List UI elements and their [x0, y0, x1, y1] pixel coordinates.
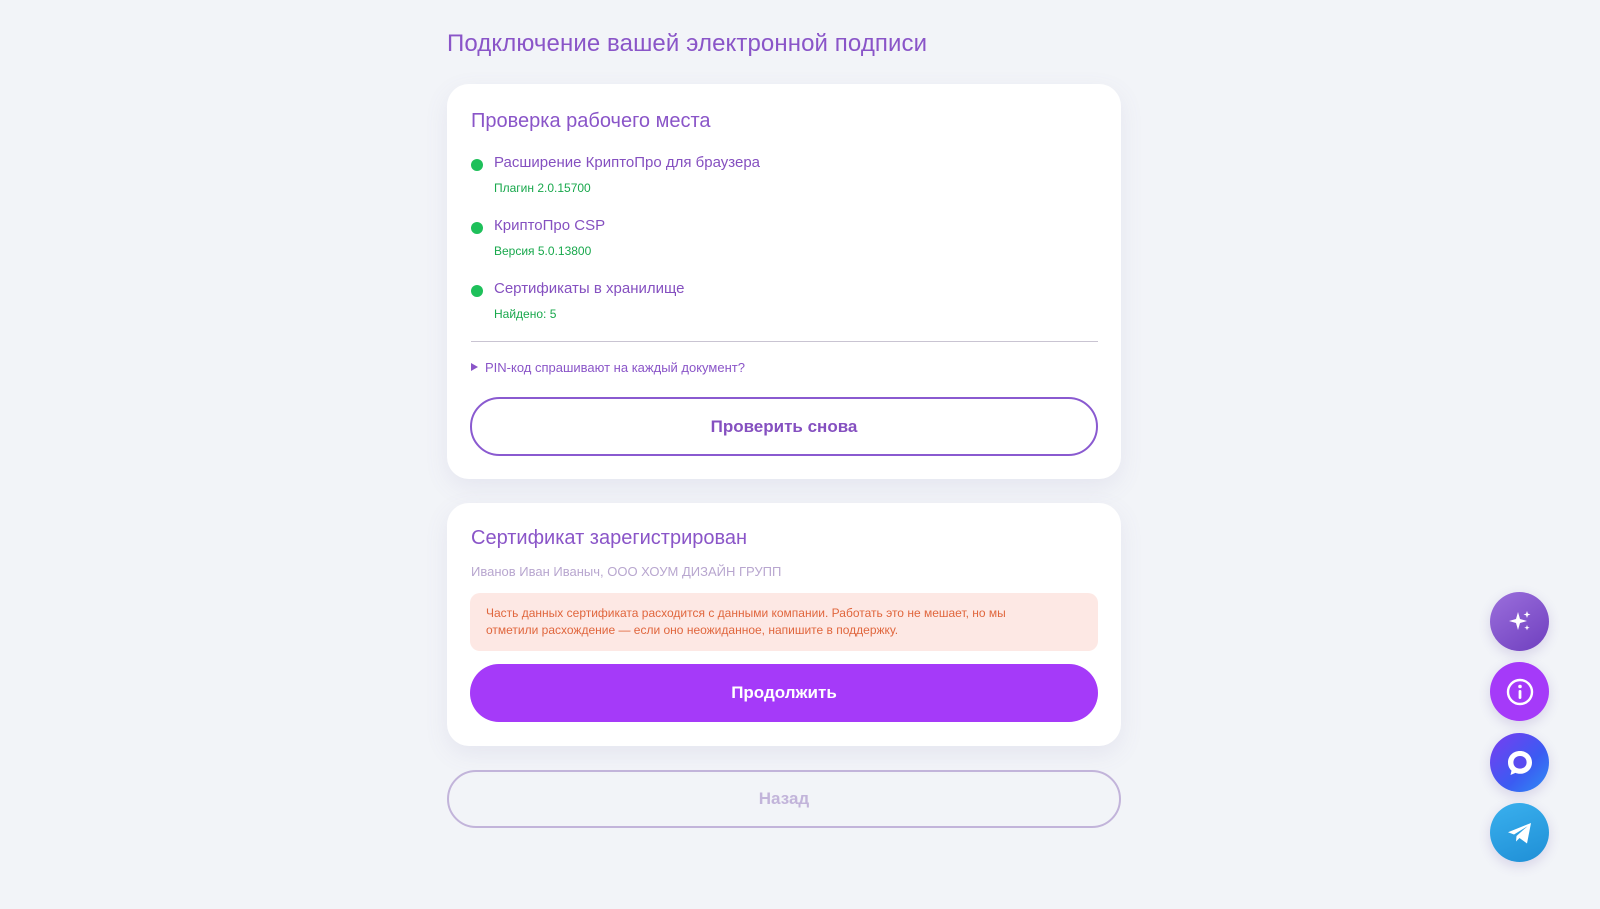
sparkle-icon: [1508, 610, 1530, 630]
continue-button[interactable]: Продолжить: [470, 664, 1098, 722]
status-ok-indicator: [471, 285, 483, 297]
info-button[interactable]: [1490, 662, 1549, 721]
recheck-button[interactable]: Проверить снова: [470, 397, 1098, 456]
status-ok-indicator: [471, 222, 483, 234]
telegram-button[interactable]: [1490, 803, 1549, 862]
check-item-name: Сертификаты в хранилище: [494, 280, 685, 297]
workplace-check-title: Проверка рабочего места: [471, 110, 711, 132]
check-item-detail: Плагин 2.0.15700: [494, 181, 591, 195]
check-item-detail: Найдено: 5: [494, 307, 557, 321]
info-icon: [1506, 678, 1533, 705]
check-item-name: Расширение КриптоПро для браузера: [494, 154, 761, 171]
chat-button[interactable]: [1490, 733, 1549, 792]
disclosure-triangle-icon: [471, 363, 478, 371]
chat-bubble-icon: [1507, 750, 1532, 775]
telegram-icon: [1507, 822, 1531, 843]
check-item-detail: Версия 5.0.13800: [494, 244, 592, 258]
pin-faq-label: PIN-код спрашивают на каждый документ?: [485, 360, 745, 375]
check-item-name: КриптоПро CSP: [494, 217, 606, 234]
status-ok-indicator: [471, 159, 483, 171]
warning-alert: Часть данных сертификата расходится с да…: [470, 593, 1098, 651]
warning-text-line: Часть данных сертификата расходится с да…: [486, 606, 1006, 620]
pin-faq-toggle[interactable]: PIN-код спрашивают на каждый документ?: [471, 360, 745, 375]
certificate-owner: Иванов Иван Иваныч, ООО ХОУМ ДИЗАЙН ГРУП…: [471, 564, 782, 579]
divider: [471, 341, 1098, 342]
certificate-card: Сертификат зарегистрирован Иванов Иван И…: [447, 503, 1121, 746]
certificate-title: Сертификат зарегистрирован: [471, 527, 748, 549]
warning-text-line: отметили расхождение — если оно неожидан…: [486, 623, 899, 637]
page-title: Подключение вашей электронной подписи: [447, 30, 928, 57]
ai-assistant-button[interactable]: [1490, 592, 1549, 651]
back-button[interactable]: Назад: [447, 770, 1121, 828]
workplace-check-card: Проверка рабочего места Расширение Крипт…: [447, 84, 1121, 479]
